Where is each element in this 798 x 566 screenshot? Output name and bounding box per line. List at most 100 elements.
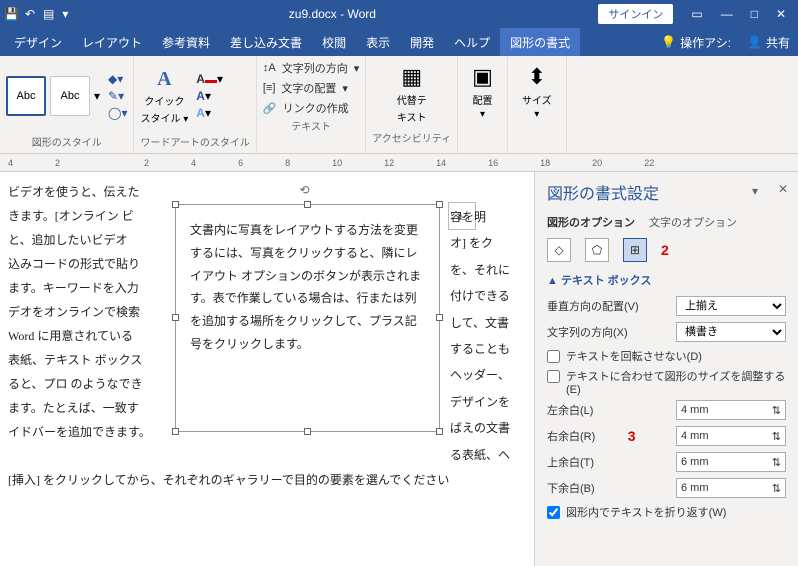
- text-fill-icon[interactable]: A▾: [196, 72, 223, 86]
- quick-style-button[interactable]: A クイック スタイル ▾: [140, 68, 188, 125]
- tab-design[interactable]: デザイン: [4, 28, 72, 56]
- shape-fill-icon[interactable]: ◆▾: [108, 72, 127, 86]
- text-direction-icon: ↕A: [263, 62, 276, 74]
- autofit-label: テキストに合わせて図形のサイズを調整する(E): [566, 368, 786, 396]
- resize-handle-tm[interactable]: [304, 201, 311, 208]
- text-box[interactable]: ⟲ 文書内に写真をレイアウトする方法を変更するには、写真をクリックすると、隣にレ…: [175, 204, 440, 432]
- top-margin-label: 上余白(T): [547, 454, 594, 470]
- quick-style-label2: スタイル: [140, 114, 180, 125]
- signin-button[interactable]: サインイン: [598, 4, 673, 24]
- resize-handle-bm[interactable]: [304, 428, 311, 435]
- close-icon[interactable]: ✕: [776, 7, 786, 21]
- tab-references[interactable]: 参考資料: [152, 28, 220, 56]
- text-dir-select[interactable]: 横書き: [676, 322, 786, 342]
- tab-help[interactable]: ヘルプ: [444, 28, 500, 56]
- create-link-button[interactable]: 🔗リンクの作成: [263, 100, 359, 116]
- share-icon: 👤: [747, 35, 762, 49]
- bottom-margin-value: 6 mm: [681, 482, 709, 494]
- spinner-icon[interactable]: ⇅: [772, 482, 781, 495]
- shape-effects-icon[interactable]: ◯▾: [108, 106, 127, 120]
- group-shape-style: 図形のスタイル: [6, 132, 127, 149]
- alt-text-button[interactable]: ▦ 代替テ キスト: [372, 60, 451, 128]
- share-label: 共有: [766, 34, 790, 51]
- undo-icon[interactable]: ↶: [25, 7, 35, 21]
- annotation-3: 3: [628, 428, 636, 444]
- redo-icon[interactable]: ▤: [43, 7, 54, 21]
- pane-title: 図形の書式設定: [547, 180, 786, 204]
- section-textbox[interactable]: ▲ テキスト ボックス: [547, 272, 786, 288]
- pane-tab-shape-options[interactable]: 図形のオプション: [547, 214, 635, 230]
- align-icon: [≡]: [263, 82, 276, 94]
- rotate-handle[interactable]: ⟲: [300, 183, 310, 197]
- bulb-icon: 💡: [661, 35, 676, 49]
- size-icon: ⬍: [528, 64, 546, 90]
- spinner-icon[interactable]: ⇅: [772, 430, 781, 443]
- text-align-label: 文字の配置: [281, 80, 336, 96]
- tell-me-label: 操作アシ:: [680, 34, 731, 51]
- save-icon[interactable]: 💾: [4, 7, 19, 21]
- text-direction-button[interactable]: ↕A文字列の方向 ▾: [263, 60, 359, 76]
- valign-label: 垂直方向の配置(V): [547, 298, 639, 314]
- size-label: サイズ: [522, 92, 552, 107]
- shape-outline-icon[interactable]: ✎▾: [108, 89, 127, 103]
- tell-me[interactable]: 💡 操作アシ:: [653, 28, 739, 56]
- horizontal-ruler[interactable]: 42246810121416182022: [0, 154, 798, 172]
- alt-text-label1: 代替テ: [397, 92, 427, 107]
- text-outline-icon[interactable]: A▾: [196, 89, 223, 103]
- spinner-icon[interactable]: ⇅: [772, 404, 781, 417]
- size-button[interactable]: ⬍ サイズ ▾: [514, 60, 560, 124]
- tab-layout[interactable]: レイアウト: [72, 28, 152, 56]
- pane-close-icon[interactable]: ✕: [778, 182, 788, 196]
- maximize-icon[interactable]: □: [751, 7, 758, 21]
- tab-shape-format[interactable]: 図形の書式: [500, 28, 580, 56]
- resize-handle-mr[interactable]: [436, 314, 443, 321]
- pane-tab-text-options[interactable]: 文字のオプション: [649, 214, 737, 230]
- wrap-text-checkbox[interactable]: [547, 506, 560, 519]
- text-effects-icon[interactable]: A▾: [196, 106, 223, 120]
- minimize-icon[interactable]: ―: [721, 7, 733, 21]
- right-margin-value: 4 mm: [681, 430, 709, 442]
- left-margin-label: 左余白(L): [547, 402, 593, 418]
- arrange-icon: ▣: [472, 64, 493, 90]
- pane-menu-icon[interactable]: ▾: [752, 184, 758, 198]
- valign-select[interactable]: 上揃え: [676, 296, 786, 316]
- alt-text-icon: ▦: [401, 64, 422, 90]
- effects-icon[interactable]: ⬠: [585, 238, 609, 262]
- body-text-right[interactable]: 容を明 オ] をク を、それに 付けできる して、文書 することも ヘッダー、 …: [450, 204, 510, 468]
- layout-properties-icon[interactable]: ⊞: [623, 238, 647, 262]
- autofit-checkbox[interactable]: [547, 370, 560, 383]
- resize-handle-bl[interactable]: [172, 428, 179, 435]
- spinner-icon[interactable]: ⇅: [772, 456, 781, 469]
- bottom-margin-input[interactable]: 6 mm ⇅: [676, 478, 786, 498]
- tab-view[interactable]: 表示: [356, 28, 400, 56]
- alt-text-label2: キスト: [397, 109, 427, 124]
- shape-style-2[interactable]: Abc: [50, 76, 90, 116]
- left-margin-value: 4 mm: [681, 404, 709, 416]
- top-margin-input[interactable]: 6 mm ⇅: [676, 452, 786, 472]
- no-rotate-checkbox[interactable]: [547, 350, 560, 363]
- tab-developer[interactable]: 開発: [400, 28, 444, 56]
- share-button[interactable]: 👤 共有: [739, 28, 798, 56]
- tab-mailings[interactable]: 差し込み文書: [220, 28, 312, 56]
- gallery-more-icon[interactable]: ▾: [94, 89, 100, 103]
- text-align-button[interactable]: [≡]文字の配置 ▾: [263, 80, 359, 96]
- resize-handle-tr[interactable]: [436, 201, 443, 208]
- arrange-button[interactable]: ▣ 配置 ▾: [464, 60, 501, 124]
- document-area[interactable]: ビデオを使うと、伝えた きます。[オンライン ビ と、追加したいビデオ 込みコー…: [0, 172, 534, 566]
- fill-line-icon[interactable]: ◇: [547, 238, 571, 262]
- top-margin-value: 6 mm: [681, 456, 709, 468]
- right-margin-input[interactable]: 4 mm ⇅: [676, 426, 786, 446]
- resize-handle-br[interactable]: [436, 428, 443, 435]
- annotation-2: 2: [661, 242, 669, 258]
- tab-review[interactable]: 校閲: [312, 28, 356, 56]
- resize-handle-ml[interactable]: [172, 314, 179, 321]
- left-margin-input[interactable]: 4 mm ⇅: [676, 400, 786, 420]
- section-textbox-label: テキスト ボックス: [561, 275, 651, 287]
- quick-style-label1: クイック: [144, 93, 184, 108]
- qat-more-icon[interactable]: ▾: [62, 7, 68, 21]
- text-box-content[interactable]: 文書内に写真をレイアウトする方法を変更するには、写真をクリックすると、隣にレイア…: [190, 219, 425, 356]
- bottom-margin-label: 下余白(B): [547, 480, 595, 496]
- resize-handle-tl[interactable]: [172, 201, 179, 208]
- shape-style-1[interactable]: Abc: [6, 76, 46, 116]
- ribbon-display-icon[interactable]: ▭: [691, 7, 702, 21]
